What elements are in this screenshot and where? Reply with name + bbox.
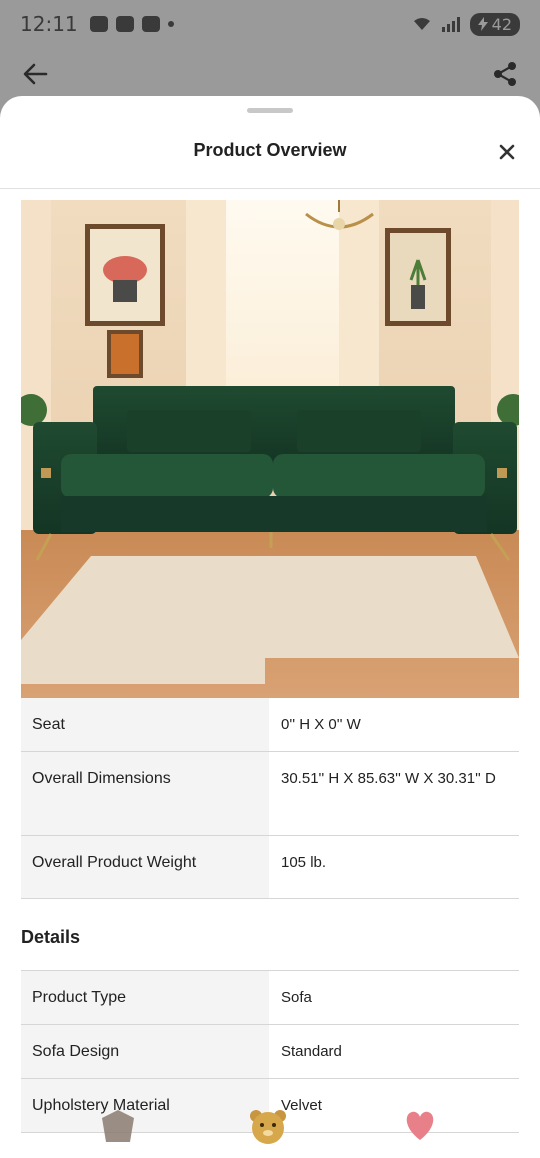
product-image[interactable]	[21, 200, 519, 698]
specs-table: Seat 0'' H X 0'' W Overall Dimensions 30…	[21, 698, 519, 1133]
status-time: 12:11	[20, 12, 78, 36]
notification-icons	[89, 16, 174, 32]
share-icon[interactable]	[492, 61, 518, 87]
app-icon	[141, 16, 160, 32]
spec-value: 30.51'' H X 85.63'' W X 30.31'' D	[281, 770, 496, 787]
sale-tag-sticker-icon	[102, 1110, 134, 1142]
battery-indicator: 42	[469, 12, 520, 36]
close-icon	[499, 144, 515, 160]
spec-label: Overall Product Weight	[21, 836, 269, 898]
sofa-scene-illustration	[21, 200, 519, 698]
signal-icon	[441, 16, 460, 32]
background-toolbar	[0, 48, 540, 100]
back-arrow-icon[interactable]	[22, 63, 48, 85]
teddy-bear-sticker-icon	[250, 1110, 286, 1144]
table-row: Overall Dimensions 30.51'' H X 85.63'' W…	[21, 752, 519, 836]
spec-label: Seat	[21, 698, 269, 751]
table-row: Seat 0'' H X 0'' W	[21, 698, 519, 752]
product-overview-sheet: Product Overview Seat 0'' H X 0'' W Over…	[0, 96, 540, 1158]
sheet-title: Product Overview	[193, 140, 347, 160]
spec-value: 0'' H X 0'' W	[281, 716, 361, 733]
message-icon	[89, 16, 108, 32]
sheet-header: Product Overview	[0, 113, 540, 189]
table-row: Sofa Design Standard	[21, 1025, 519, 1079]
charging-icon	[477, 17, 488, 31]
detail-value: Standard	[281, 1043, 342, 1060]
spec-value: 105 lb.	[281, 854, 327, 871]
detail-label: Product Type	[21, 971, 269, 1024]
status-bar: 12:11 42	[0, 0, 540, 48]
spec-label: Overall Dimensions	[21, 752, 269, 835]
wifi-icon	[413, 18, 430, 30]
heart-balloon-sticker-icon	[406, 1111, 434, 1140]
close-button[interactable]	[496, 141, 518, 163]
screenshot-icon	[115, 16, 134, 32]
detail-label: Sofa Design	[21, 1025, 269, 1078]
sticker-overlay	[0, 1100, 540, 1158]
detail-value: Sofa	[281, 989, 312, 1006]
more-notifications-icon	[167, 21, 174, 27]
table-row: Overall Product Weight 105 lb.	[21, 836, 519, 899]
battery-level: 42	[491, 14, 512, 34]
table-row: Product Type Sofa	[21, 971, 519, 1025]
details-heading: Details	[21, 899, 519, 971]
